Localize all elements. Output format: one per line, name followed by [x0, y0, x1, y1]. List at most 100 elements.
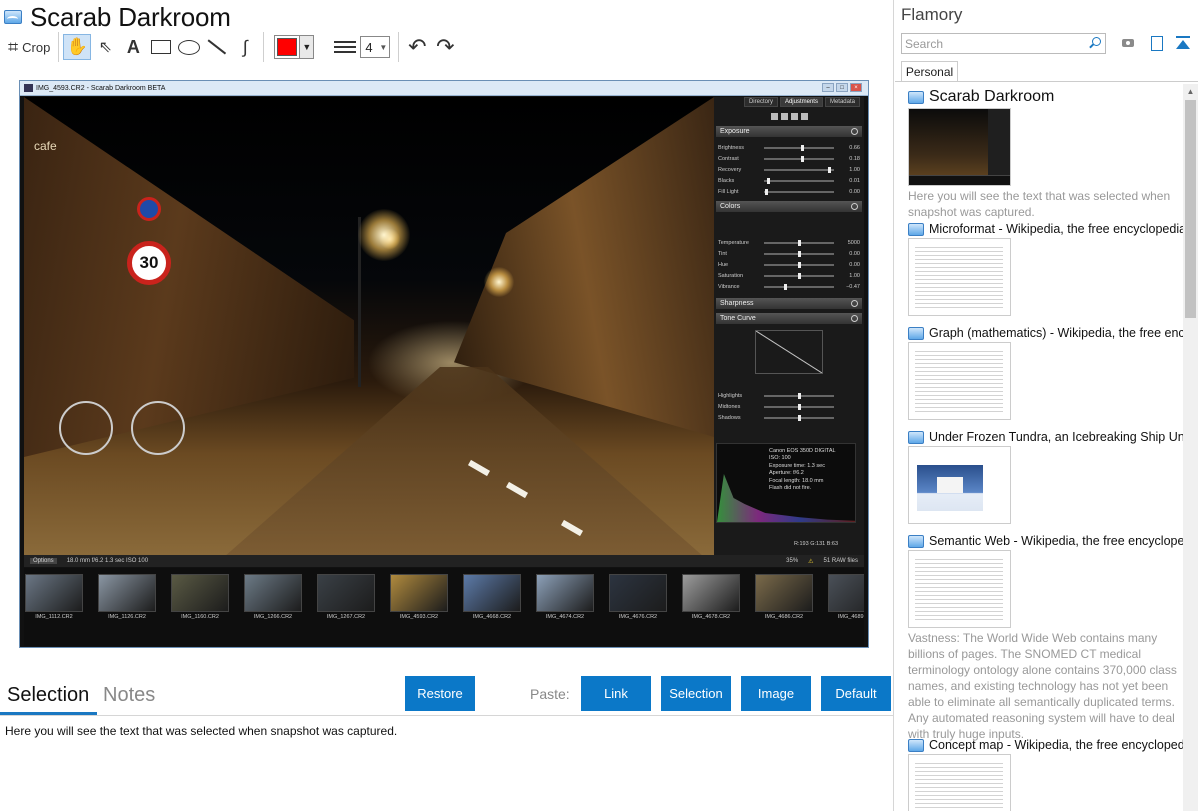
- adjust-value: 0.01: [849, 177, 860, 184]
- filmstrip-thumbnail: [171, 574, 229, 612]
- paste-image-button[interactable]: Image: [741, 676, 811, 711]
- collapse-icon: [851, 300, 858, 307]
- snapshot-title[interactable]: Scarab Darkroom: [30, 2, 231, 33]
- ellipse-tool-button[interactable]: [175, 34, 203, 60]
- selection-text[interactable]: Here you will see the text that was sele…: [5, 724, 397, 738]
- list-item-title[interactable]: Semantic Web - Wikipedia, the free encyc…: [929, 534, 1183, 548]
- ellipse-icon: [178, 39, 201, 55]
- filmstrip-filename: IMG_4686.CR2: [764, 614, 804, 620]
- adjust-slider: [764, 414, 834, 421]
- pan-tool-button[interactable]: ✋: [63, 34, 92, 60]
- filmstrip-item: IMG_4593.CR2: [390, 574, 448, 646]
- list-item[interactable]: Concept map - Wikipedia, the free encycl…: [908, 738, 1183, 811]
- redo-button[interactable]: ↷: [431, 34, 459, 60]
- freehand-tool-button[interactable]: ∫: [231, 34, 259, 60]
- tab-divider: [895, 81, 1198, 82]
- title-row: Scarab Darkroom: [4, 2, 231, 32]
- paste-label: Paste:: [530, 686, 570, 702]
- filmstrip-thumbnail: [25, 574, 83, 612]
- photo-bicycle: [59, 397, 189, 457]
- filmstrip-thumbnail: [317, 574, 375, 612]
- maximize-icon: □: [836, 83, 848, 92]
- list-item-thumbnail[interactable]: [908, 754, 1011, 811]
- adjust-label: Highlights: [718, 392, 743, 399]
- adjust-label: Recovery: [718, 166, 742, 173]
- adjust-slider: [764, 250, 834, 257]
- list-item-thumbnail[interactable]: [908, 342, 1011, 420]
- paste-link-button[interactable]: Link: [581, 676, 651, 711]
- camera-icon[interactable]: [1121, 35, 1137, 51]
- collapse-icon: [851, 203, 858, 210]
- list-item-description: Here you will see the text that was sele…: [908, 189, 1171, 219]
- adjust-row: Saturation 1.00: [714, 270, 864, 281]
- snapshot-image: IMG_4593.CR2 - Scarab Darkroom BETA – □ …: [19, 80, 869, 648]
- scrollbar-thumb[interactable]: [1185, 100, 1196, 318]
- list-item-title[interactable]: Under Frozen Tundra, an Icebreaking Ship…: [929, 430, 1183, 444]
- tab-personal[interactable]: Personal: [901, 61, 958, 82]
- crop-button[interactable]: ⌗ Crop: [4, 34, 54, 60]
- slider-knob: [797, 414, 801, 421]
- list-item-thumbnail[interactable]: [908, 550, 1011, 628]
- filmstrip-item: IMG_1267.CR2: [317, 574, 375, 646]
- adjust-slider: [764, 155, 834, 162]
- adjust-row: Shadows: [714, 412, 864, 423]
- page-icon[interactable]: [1148, 35, 1164, 51]
- list-item[interactable]: Microformat - Wikipedia, the free encycl…: [908, 222, 1183, 316]
- chevron-down-icon[interactable]: ▼: [299, 36, 314, 58]
- undo-button[interactable]: ↶: [403, 34, 431, 60]
- crop-icon: ⌗: [8, 36, 19, 57]
- scroll-up-icon[interactable]: ▲: [1183, 84, 1198, 98]
- list-item-thumbnail[interactable]: [908, 108, 1011, 186]
- tab-notes[interactable]: Notes: [103, 684, 155, 707]
- adjust-slider: [764, 283, 834, 290]
- rectangle-tool-button[interactable]: [147, 34, 175, 60]
- adjust-label: Tint: [718, 250, 727, 257]
- slider-knob: [784, 283, 788, 290]
- photo-no-stopping-sign: [137, 197, 161, 221]
- inner-window-titlebar: IMG_4593.CR2 - Scarab Darkroom BETA – □ …: [20, 81, 868, 96]
- filmstrip-item: IMG_4674.CR2: [536, 574, 594, 646]
- filmstrip-thumbnail: [98, 574, 156, 612]
- filmstrip-filename: IMG_1112.CR2: [35, 614, 73, 620]
- adjust-slider: [764, 392, 834, 399]
- list-item-title[interactable]: Graph (mathematics) - Wikipedia, the fre…: [929, 326, 1183, 340]
- adjust-slider: [764, 272, 834, 279]
- search-input[interactable]: Search: [901, 33, 1106, 54]
- color-swatch[interactable]: [277, 38, 298, 56]
- list-item-title[interactable]: Scarab Darkroom: [929, 88, 1054, 106]
- move-top-icon[interactable]: [1175, 35, 1191, 51]
- text-tool-button[interactable]: A: [119, 34, 147, 60]
- filmstrip-item: IMG_1112.CR2: [25, 574, 83, 646]
- list-item-thumbnail[interactable]: [908, 238, 1011, 316]
- line-width-icon: [334, 38, 357, 56]
- photo-lamp-glow: [484, 267, 514, 297]
- inner-status-bar: Options 18.0 mm f/6.2 1.3 sec ISO 100 35…: [24, 555, 864, 567]
- list-item-thumbnail[interactable]: [908, 446, 1011, 524]
- flamory-panel: Flamory Search Personal Scarab Darkroom H…: [895, 0, 1198, 811]
- filmstrip-item: IMG_4686.CR2: [755, 574, 813, 646]
- slider-knob: [800, 155, 804, 162]
- line-width-select[interactable]: 4 ▼: [360, 36, 391, 58]
- active-tab-indicator: [0, 712, 97, 715]
- list-item[interactable]: Semantic Web - Wikipedia, the free encyc…: [908, 534, 1183, 742]
- paste-default-button[interactable]: Default: [821, 676, 891, 711]
- filmstrip-item: IMG_4676.CR2: [609, 574, 667, 646]
- annotation-toolbar: ⌗ Crop ✋ ⇖ A ∫ ▼ 4 ▼ ↶ ↷: [4, 32, 459, 62]
- list-item[interactable]: Scarab Darkroom Here you will see the tex…: [908, 88, 1183, 220]
- adjust-slider: [764, 403, 834, 410]
- restore-button[interactable]: Restore: [405, 676, 475, 711]
- paste-selection-button[interactable]: Selection: [661, 676, 731, 711]
- select-tool-button[interactable]: ⇖: [91, 34, 119, 60]
- list-scrollbar[interactable]: ▲: [1183, 84, 1198, 811]
- list-item-title[interactable]: Concept map - Wikipedia, the free encycl…: [929, 738, 1183, 752]
- photo-bicycle-wheel: [59, 401, 113, 455]
- tab-selection[interactable]: Selection: [7, 684, 89, 707]
- line-tool-button[interactable]: [203, 34, 231, 60]
- color-picker[interactable]: ▼: [274, 35, 315, 59]
- search-icon[interactable]: [1089, 37, 1101, 49]
- adjust-value: 0.18: [849, 155, 860, 162]
- list-item[interactable]: Graph (mathematics) - Wikipedia, the fre…: [908, 326, 1183, 420]
- list-item[interactable]: Under Frozen Tundra, an Icebreaking Ship…: [908, 430, 1183, 524]
- list-item-title[interactable]: Microformat - Wikipedia, the free encycl…: [929, 222, 1183, 236]
- text-icon: A: [126, 36, 140, 57]
